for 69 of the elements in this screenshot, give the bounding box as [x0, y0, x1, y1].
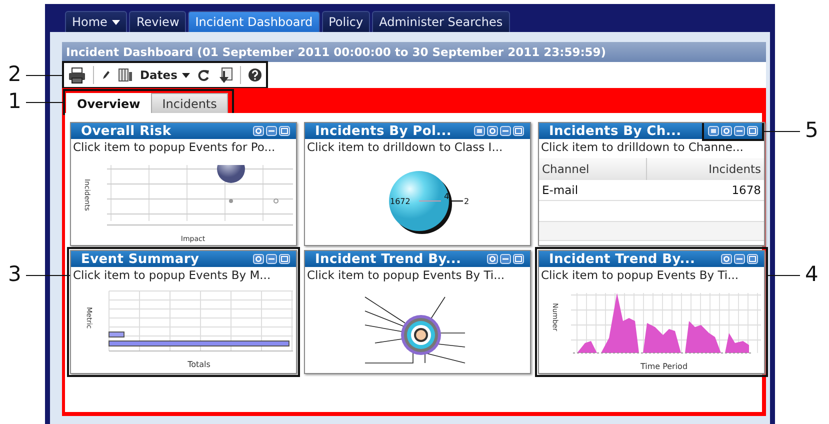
- minimize-icon[interactable]: [734, 254, 745, 264]
- data-label: 4: [444, 192, 450, 201]
- callout-number: 2: [8, 64, 22, 85]
- minimize-icon[interactable]: [500, 126, 511, 136]
- widget-title: Incident Trend By...: [549, 252, 696, 266]
- sphere-chart[interactable]: [389, 171, 464, 234]
- widget-title: Incidents By Ch...: [549, 124, 682, 138]
- widget-subtitle: Click item to popup Events By Ti...: [306, 267, 506, 283]
- nav-tab[interactable]: Policy: [322, 11, 370, 32]
- help-icon[interactable]: [248, 68, 262, 82]
- widget-subtitle: Click item to popup Events By Ti...: [540, 267, 740, 283]
- widget-subtitle: Click item to popup Events By M...: [72, 267, 272, 283]
- column-header[interactable]: Channel: [539, 158, 646, 180]
- view-tab[interactable]: Overview: [66, 93, 152, 113]
- leader-line: [762, 131, 800, 132]
- settings-icon[interactable]: [721, 254, 732, 264]
- callout-number: 1: [8, 91, 22, 112]
- refresh-icon[interactable]: [197, 68, 210, 82]
- leader-line: [26, 102, 63, 103]
- axis-label: Totals: [188, 360, 210, 369]
- minimize-icon[interactable]: [734, 126, 745, 136]
- dates-dropdown[interactable]: Dates: [140, 68, 190, 82]
- widget-subtitle: Click item to drilldown to Class I...: [306, 139, 504, 155]
- widget-subtitle: Click item to popup Events for Po...: [72, 139, 276, 155]
- maximize-icon[interactable]: [513, 126, 524, 136]
- maximize-icon[interactable]: [279, 126, 290, 136]
- widget-title: Incidents By Pol...: [315, 124, 453, 138]
- nav-tab[interactable]: Incident Dashboard: [188, 11, 320, 32]
- widget-title: Event Summary: [81, 252, 200, 266]
- table-cell: 1678: [646, 180, 764, 200]
- table-cell: E-mail: [539, 180, 646, 200]
- minimize-icon[interactable]: [266, 254, 277, 264]
- callout-number: 5: [805, 120, 818, 141]
- settings-icon[interactable]: [721, 126, 732, 136]
- data-label: 2: [464, 197, 470, 206]
- columns-icon[interactable]: [118, 68, 133, 82]
- settings-icon[interactable]: [487, 126, 498, 136]
- callout-number: 4: [805, 264, 818, 285]
- nav-tab[interactable]: Review: [129, 11, 186, 32]
- chart-icon[interactable]: [474, 126, 485, 136]
- donut-chart[interactable]: [364, 296, 466, 364]
- nav-tab[interactable]: Home: [65, 11, 128, 32]
- minimize-icon[interactable]: [500, 254, 511, 264]
- data-label: 1672: [390, 197, 410, 206]
- axis-label: Time Period: [640, 362, 688, 371]
- leader-line: [26, 75, 62, 76]
- dashboard-title: Incident Dashboard (01 September 2011 00:00:00 to 30 September 2011 23:59:59): [62, 42, 766, 62]
- view-tab[interactable]: Incidents: [151, 93, 228, 113]
- pencil-icon[interactable]: [101, 69, 111, 81]
- chart-icon[interactable]: [708, 126, 719, 136]
- callout-number: 3: [8, 264, 22, 285]
- settings-icon[interactable]: [253, 126, 264, 136]
- maximize-icon[interactable]: [747, 254, 758, 264]
- minimize-icon[interactable]: [266, 126, 277, 136]
- maximize-icon[interactable]: [747, 126, 758, 136]
- widget-title: Incident Trend By...: [315, 252, 462, 266]
- nav-tab[interactable]: Administer Searches: [372, 11, 510, 32]
- leader-line: [767, 275, 800, 276]
- widget-title: Overall Risk: [81, 124, 172, 138]
- caret-icon: [182, 72, 190, 78]
- widget-subtitle: Click item to drilldown to Channe...: [540, 139, 744, 155]
- settings-icon[interactable]: [253, 254, 264, 264]
- download-icon[interactable]: [217, 66, 234, 84]
- column-header[interactable]: Incidents: [646, 158, 764, 180]
- settings-icon[interactable]: [487, 254, 498, 264]
- maximize-icon[interactable]: [513, 254, 524, 264]
- maximize-icon[interactable]: [279, 254, 290, 264]
- print-icon[interactable]: [68, 66, 86, 84]
- leader-line: [26, 275, 70, 276]
